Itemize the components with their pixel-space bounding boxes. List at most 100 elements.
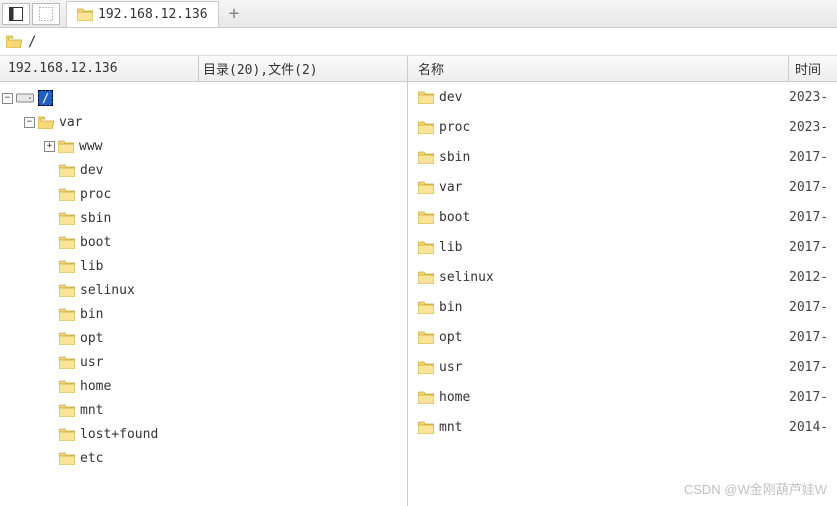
- file-row[interactable]: dev 2023-: [408, 82, 837, 112]
- tab-active[interactable]: 192.168.12.136: [66, 1, 219, 27]
- root-label: /: [38, 90, 53, 106]
- tree-item[interactable]: lost+found: [0, 422, 407, 446]
- layout-toggle-1[interactable]: [2, 3, 30, 25]
- file-row[interactable]: home2017-: [408, 382, 837, 412]
- tree-item[interactable]: lib: [0, 254, 407, 278]
- folder-icon: [59, 332, 75, 345]
- folder-icon: [418, 211, 434, 224]
- file-time: 2017-: [789, 330, 837, 345]
- tree-label: opt: [80, 331, 103, 346]
- file-list-header: 名称 时间: [408, 56, 837, 82]
- file-row[interactable]: proc2023-: [408, 112, 837, 142]
- file-row[interactable]: boot 2017-: [408, 202, 837, 232]
- layout-dashed-icon: [39, 7, 53, 21]
- file-row[interactable]: lib2017-: [408, 232, 837, 262]
- tree-label: etc: [80, 451, 103, 466]
- file-row[interactable]: sbin2017-: [408, 142, 837, 172]
- tree-item[interactable]: sbin: [0, 206, 407, 230]
- file-time: 2017-: [789, 150, 837, 165]
- tree-item[interactable]: dev: [0, 158, 407, 182]
- folder-icon: [59, 380, 75, 393]
- file-panel: 名称 时间 dev2023-proc2023-sbin2017-var2017-…: [408, 56, 837, 506]
- file-row[interactable]: opt 2017-: [408, 322, 837, 352]
- folder-icon: [58, 140, 74, 153]
- tree-item[interactable]: selinux: [0, 278, 407, 302]
- folder-icon: [59, 452, 75, 465]
- tree-label: usr: [80, 355, 103, 370]
- file-time: 2023-: [789, 90, 837, 105]
- disk-icon: [16, 92, 34, 104]
- folder-icon: [418, 271, 434, 284]
- file-name: lib: [439, 240, 462, 255]
- folder-icon: [59, 236, 75, 249]
- layout-icon: [9, 7, 23, 21]
- tree-root[interactable]: −/: [0, 86, 407, 110]
- tree-item[interactable]: boot: [0, 230, 407, 254]
- tree-label: lib: [80, 259, 103, 274]
- file-name: selinux: [439, 270, 494, 285]
- file-time: 2017-: [789, 210, 837, 225]
- file-name: bin: [439, 300, 462, 315]
- new-tab-button[interactable]: +: [229, 3, 240, 24]
- file-row[interactable]: selinux 2012-: [408, 262, 837, 292]
- file-name: boot: [439, 210, 470, 225]
- tree-label: sbin: [80, 211, 111, 226]
- file-time: 2014-: [789, 420, 837, 435]
- folder-open-icon: [38, 116, 54, 129]
- tree-item[interactable]: bin: [0, 302, 407, 326]
- file-list[interactable]: dev2023-proc2023-sbin2017-var2017-boot20…: [408, 82, 837, 506]
- folder-icon: [418, 181, 434, 194]
- file-name: var: [439, 180, 462, 195]
- expand-toggle[interactable]: +: [44, 141, 55, 152]
- tree-item[interactable]: usr: [0, 350, 407, 374]
- tree-label: boot: [80, 235, 111, 250]
- file-name: dev: [439, 90, 462, 105]
- tree-item[interactable]: etc: [0, 446, 407, 470]
- tree-item[interactable]: opt: [0, 326, 407, 350]
- tree-view[interactable]: −/−var+wwwdevprocsbinbootlibselinuxbinop…: [0, 82, 407, 506]
- tree-item[interactable]: home: [0, 374, 407, 398]
- file-time: 2017-: [789, 390, 837, 405]
- folder-icon: [59, 428, 75, 441]
- column-name[interactable]: 名称: [408, 56, 789, 81]
- tree-label: bin: [80, 307, 103, 322]
- tab-bar: 192.168.12.136 +: [0, 0, 837, 28]
- file-time: 2017-: [789, 360, 837, 375]
- tree-item-www[interactable]: +www: [0, 134, 407, 158]
- tree-panel: 192.168.12.136 目录(20),文件(2) −/−var+wwwde…: [0, 56, 408, 506]
- tree-label: dev: [80, 163, 103, 178]
- file-row[interactable]: var2017-: [408, 172, 837, 202]
- path-text: /: [28, 34, 36, 50]
- folder-icon: [59, 308, 75, 321]
- folder-icon: [59, 260, 75, 273]
- file-row[interactable]: usr2017-: [408, 352, 837, 382]
- file-time: 2012-: [789, 270, 837, 285]
- file-name: opt: [439, 330, 462, 345]
- layout-toggle-2[interactable]: [32, 3, 60, 25]
- folder-icon: [418, 331, 434, 344]
- folder-icon: [59, 212, 75, 225]
- collapse-toggle[interactable]: −: [2, 93, 13, 104]
- tree-label: proc: [80, 187, 111, 202]
- file-row[interactable]: mnt2014-: [408, 412, 837, 442]
- folder-icon: [59, 356, 75, 369]
- tab-title: 192.168.12.136: [98, 7, 208, 22]
- folder-icon: [77, 8, 93, 21]
- tree-item-var[interactable]: −var: [0, 110, 407, 134]
- path-bar: /: [0, 28, 837, 56]
- folder-icon: [418, 241, 434, 254]
- tree-header: 192.168.12.136 目录(20),文件(2): [0, 56, 407, 82]
- tree-item[interactable]: mnt: [0, 398, 407, 422]
- tree-label: lost+found: [80, 427, 158, 442]
- tree-label: selinux: [80, 283, 135, 298]
- column-time[interactable]: 时间: [789, 56, 837, 81]
- folder-icon: [59, 404, 75, 417]
- folder-icon: [418, 391, 434, 404]
- folder-icon: [59, 188, 75, 201]
- tree-item[interactable]: proc: [0, 182, 407, 206]
- file-name: proc: [439, 120, 470, 135]
- collapse-toggle[interactable]: −: [24, 117, 35, 128]
- main-area: 192.168.12.136 目录(20),文件(2) −/−var+wwwde…: [0, 56, 837, 506]
- file-row[interactable]: bin2017-: [408, 292, 837, 322]
- folder-icon: [418, 91, 434, 104]
